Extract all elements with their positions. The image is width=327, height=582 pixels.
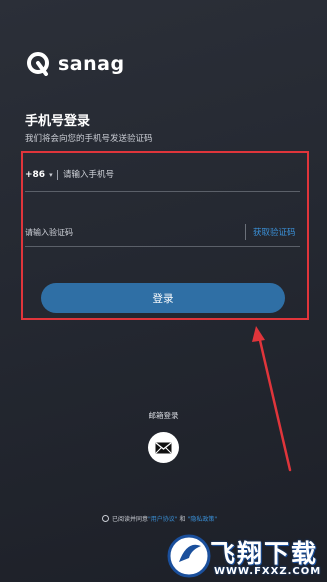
phone-input[interactable]	[63, 166, 283, 184]
watermark-text: 飞翔下载	[210, 539, 319, 568]
login-button[interactable]: 登录	[41, 283, 285, 313]
phone-underline	[25, 191, 300, 192]
verification-code-input[interactable]	[25, 224, 225, 240]
email-login-button[interactable]	[148, 432, 179, 463]
country-code: +86	[25, 170, 46, 180]
mail-icon	[155, 441, 172, 453]
agreement-radio[interactable]	[102, 515, 109, 522]
brand-name: sanag	[58, 53, 125, 75]
agreement-prefix: 已阅读并同意	[112, 516, 149, 523]
code-divider	[245, 224, 246, 240]
watermark-url: WWW.FXXZ.COM	[214, 566, 322, 577]
prefix-divider	[56, 170, 58, 180]
chevron-down-icon: ▾	[49, 171, 53, 179]
code-underline	[25, 246, 300, 247]
sanag-logo-icon	[27, 52, 49, 76]
page-title: 手机号登录	[25, 114, 91, 129]
page-subtitle: 我们将会向您的手机号发送验证码	[25, 134, 153, 144]
country-code-selector[interactable]: +86 ▾	[25, 170, 58, 180]
brand-logo: sanag	[26, 52, 125, 76]
email-login-label: 邮箱登录	[148, 411, 179, 420]
get-code-button[interactable]: 获取验证码	[253, 226, 296, 238]
